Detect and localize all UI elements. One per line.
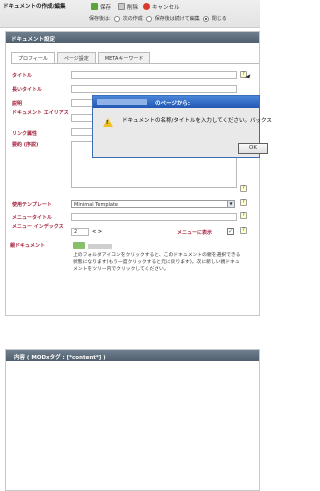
- dialog-title-url: [97, 99, 147, 105]
- delete-label: 削除: [127, 4, 139, 11]
- save-label: 保存: [100, 4, 112, 11]
- content-panel: 内容 ( MODxタグ : [*content*] ): [5, 349, 260, 491]
- template-help-icon[interactable]: ?: [240, 199, 247, 206]
- option-close-label: 閉じる: [211, 16, 227, 22]
- menu-index-arrows[interactable]: < >: [92, 229, 102, 235]
- radio-close[interactable]: [202, 15, 209, 22]
- label-link-attributes: リンク属性: [12, 131, 38, 137]
- label-show-in-menu: メニューに表示: [177, 230, 213, 236]
- content-header: 内容 ( MODxタグ : [*content*] ): [6, 350, 259, 361]
- cancel-label: キャンセル: [152, 4, 180, 11]
- label-description: 説明: [12, 101, 23, 107]
- ok-button[interactable]: OK: [238, 143, 268, 154]
- show-in-menu-help-icon[interactable]: ?: [240, 227, 247, 234]
- delete-icon: [118, 3, 125, 10]
- menu-title-input[interactable]: [71, 213, 237, 221]
- label-menu-title: メニュータイトル: [12, 215, 53, 221]
- label-summary: 要約 (序説): [12, 142, 39, 148]
- menu-index-input[interactable]: 2: [71, 228, 89, 236]
- tab-profile[interactable]: プロフィール: [11, 52, 55, 63]
- option-new-label: 次の作成: [122, 16, 143, 22]
- folder-icon[interactable]: [73, 242, 85, 249]
- label-alias: ドキュメント エイリアス: [12, 110, 69, 116]
- after-save-options: 保存後は: 次の作成 保存後は続けて編集 閉じる: [89, 15, 227, 22]
- title-input[interactable]: [71, 71, 237, 79]
- alert-dialog: のページから: ! ドキュメントの名称/タイトルを入力してください。バックス O…: [92, 95, 272, 158]
- label-long-title: 長いタイトル: [12, 87, 43, 93]
- delete-button[interactable]: 削除: [118, 2, 138, 11]
- menu-title-help-icon[interactable]: ?: [240, 212, 247, 219]
- template-value: Minimal Template: [74, 202, 118, 208]
- tab-page-settings[interactable]: ページ設定: [56, 52, 96, 63]
- header-bar: ドキュメントの作成/編集 保存 削除 キャンセル 保存後は: 次の作成 保存後は…: [0, 0, 260, 28]
- radio-new[interactable]: [113, 15, 120, 22]
- option-continue-label: 保存後は続けて編集: [154, 16, 200, 22]
- document-settings-header: ドキュメント設定: [6, 32, 259, 43]
- after-save-label: 保存後は:: [89, 16, 111, 22]
- tab-divider: [11, 63, 259, 64]
- show-in-menu-checkbox[interactable]: ✓: [227, 228, 234, 235]
- radio-continue[interactable]: [145, 15, 152, 22]
- cancel-icon: [143, 3, 150, 10]
- tab-meta-keywords[interactable]: METAキーワード: [97, 52, 151, 63]
- warning-mark: !: [106, 120, 109, 126]
- save-check-icon: [91, 3, 98, 10]
- parent-help-text: 上のフォルダアイコンをクリックすると、このドキュメントの親を選択できる状態になり…: [73, 253, 241, 272]
- label-title: タイトル: [12, 73, 33, 79]
- settings-tabs: プロフィール ページ設定 METAキーワード: [11, 52, 151, 63]
- chevron-down-icon: ▼: [227, 201, 234, 207]
- dialog-message: ドキュメントの名称/タイトルを入力してください。バックス: [122, 118, 272, 124]
- label-template: 使用テンプレート: [12, 202, 52, 208]
- summary-help-icon[interactable]: ?: [240, 185, 247, 192]
- label-parent-document: 親ドキュメント: [10, 243, 46, 249]
- cancel-button[interactable]: キャンセル: [143, 2, 180, 11]
- save-button[interactable]: 保存: [91, 2, 111, 11]
- template-select[interactable]: Minimal Template ▼: [71, 200, 235, 208]
- page-title: ドキュメントの作成/編集: [3, 4, 66, 10]
- label-menu-index: メニュー インデックス: [12, 224, 64, 230]
- long-title-input[interactable]: [71, 85, 237, 93]
- parent-document-value: [88, 244, 112, 249]
